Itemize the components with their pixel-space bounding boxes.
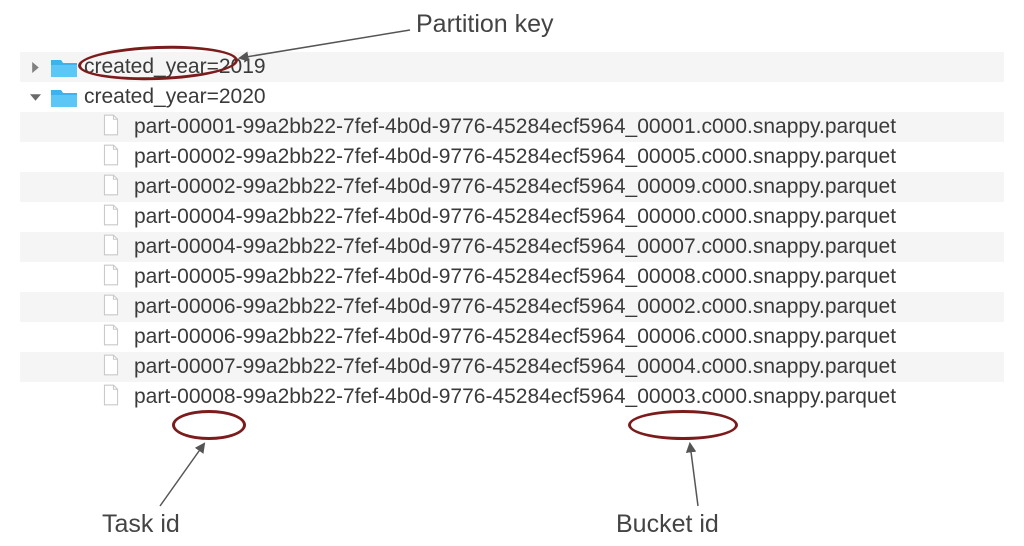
bucket-id-label: Bucket id <box>616 510 719 539</box>
file-row[interactable]: part-00008-99a2bb22-7fef-4b0d-9776-45284… <box>20 382 1004 412</box>
file-icon <box>102 234 124 260</box>
file-row[interactable]: part-00007-99a2bb22-7fef-4b0d-9776-45284… <box>20 352 1004 382</box>
file-name: part-00004-99a2bb22-7fef-4b0d-9776-45284… <box>134 205 896 229</box>
file-icon <box>102 294 124 320</box>
folder-row-2020[interactable]: created_year=2020 <box>20 82 1004 112</box>
file-row[interactable]: part-00006-99a2bb22-7fef-4b0d-9776-45284… <box>20 292 1004 322</box>
folder-label: created_year=2020 <box>84 85 266 109</box>
file-row[interactable]: part-00004-99a2bb22-7fef-4b0d-9776-45284… <box>20 202 1004 232</box>
file-name: part-00004-99a2bb22-7fef-4b0d-9776-45284… <box>134 235 896 259</box>
partition-key-label: Partition key <box>416 10 554 39</box>
file-name: part-00002-99a2bb22-7fef-4b0d-9776-45284… <box>134 145 896 169</box>
file-row[interactable]: part-00002-99a2bb22-7fef-4b0d-9776-45284… <box>20 172 1004 202</box>
file-tree: created_year=2019 created_year=2020 part… <box>20 52 1004 412</box>
folder-label: created_year=2019 <box>84 55 266 79</box>
file-icon <box>102 174 124 200</box>
file-row[interactable]: part-00005-99a2bb22-7fef-4b0d-9776-45284… <box>20 262 1004 292</box>
file-icon <box>102 324 124 350</box>
folder-icon <box>50 86 78 108</box>
file-icon <box>102 204 124 230</box>
file-name: part-00002-99a2bb22-7fef-4b0d-9776-45284… <box>134 175 896 199</box>
folder-row-2019[interactable]: created_year=2019 <box>20 52 1004 82</box>
file-icon <box>102 354 124 380</box>
file-row[interactable]: part-00002-99a2bb22-7fef-4b0d-9776-45284… <box>20 142 1004 172</box>
file-icon <box>102 264 124 290</box>
file-name: part-00008-99a2bb22-7fef-4b0d-9776-45284… <box>134 385 896 409</box>
task-id-label: Task id <box>102 510 180 539</box>
file-row[interactable]: part-00004-99a2bb22-7fef-4b0d-9776-45284… <box>20 232 1004 262</box>
file-name: part-00006-99a2bb22-7fef-4b0d-9776-45284… <box>134 295 896 319</box>
file-name: part-00007-99a2bb22-7fef-4b0d-9776-45284… <box>134 355 896 379</box>
file-icon <box>102 144 124 170</box>
file-icon <box>102 114 124 140</box>
file-row[interactable]: part-00006-99a2bb22-7fef-4b0d-9776-45284… <box>20 322 1004 352</box>
disclosure-expanded-icon[interactable] <box>28 90 42 104</box>
disclosure-collapsed-icon[interactable] <box>28 60 42 74</box>
file-icon <box>102 384 124 410</box>
annotation-ellipse-bucket <box>628 410 738 440</box>
file-name: part-00005-99a2bb22-7fef-4b0d-9776-45284… <box>134 265 896 289</box>
file-row[interactable]: part-00001-99a2bb22-7fef-4b0d-9776-45284… <box>20 112 1004 142</box>
folder-icon <box>50 56 78 78</box>
file-name: part-00001-99a2bb22-7fef-4b0d-9776-45284… <box>134 115 896 139</box>
annotation-ellipse-task <box>172 410 246 440</box>
file-name: part-00006-99a2bb22-7fef-4b0d-9776-45284… <box>134 325 896 349</box>
